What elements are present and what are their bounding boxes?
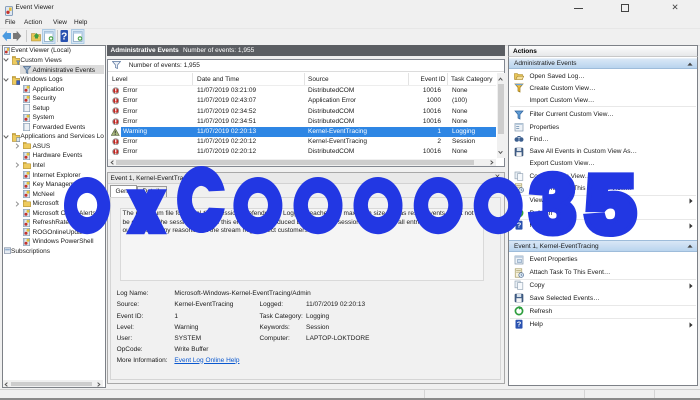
svg-text:3: 3 — [531, 159, 575, 248]
svg-text:5: 5 — [586, 160, 635, 249]
